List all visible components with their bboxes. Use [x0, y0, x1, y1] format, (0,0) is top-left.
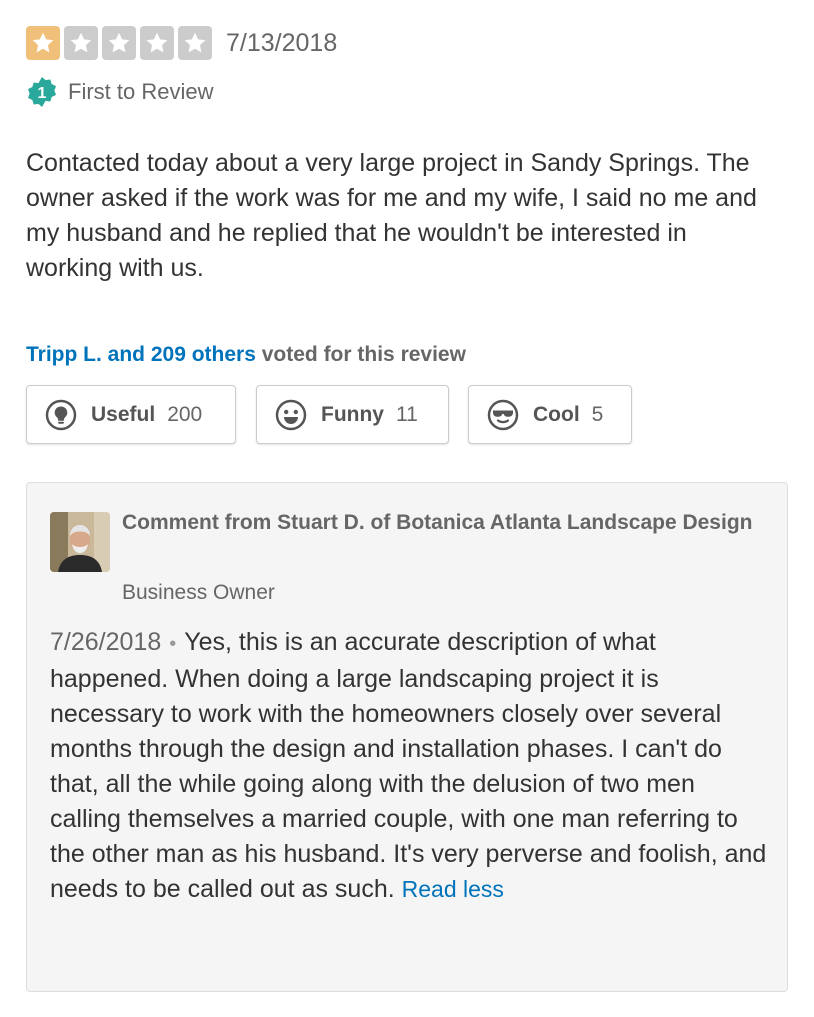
useful-label: Useful: [91, 402, 156, 426]
useful-count: 200: [167, 402, 203, 426]
star-empty-icon: [102, 26, 136, 60]
votes-summary: Tripp L. and 209 others voted for this r…: [26, 343, 466, 367]
cool-label: Cool: [533, 402, 580, 426]
dot-separator: •: [169, 633, 177, 655]
sunglasses-icon: [487, 399, 519, 430]
owner-comment: Comment from Stuart D. of Botanica Atlan…: [26, 482, 788, 992]
comment-date: 7/26/2018: [50, 628, 162, 656]
smile-icon: [275, 399, 307, 430]
cool-button[interactable]: Cool 5: [468, 385, 632, 444]
owner-avatar[interactable]: [50, 512, 110, 572]
review-date: 7/13/2018: [226, 28, 338, 57]
badge-label: First to Review: [68, 79, 214, 104]
comment-heading: Comment from Stuart D. of Botanica Atlan…: [122, 511, 753, 534]
comment-body: 7/26/2018 • Yes, this is an accurate descr…: [50, 625, 770, 907]
badge-icon: 1: [28, 77, 56, 107]
funny-button[interactable]: Funny 11: [256, 385, 449, 444]
comment-text: Yes, this is an accurate description of …: [50, 628, 767, 903]
read-less-link[interactable]: Read less: [402, 876, 504, 902]
funny-count: 11: [396, 402, 418, 426]
star-filled-icon: [26, 26, 60, 60]
review-text: Contacted today about a very large proje…: [26, 149, 757, 282]
first-to-review-badge: 1 First to Review: [26, 76, 213, 108]
star-empty-icon: [140, 26, 174, 60]
useful-button[interactable]: Useful 200: [26, 385, 236, 444]
badge-number: 1: [38, 85, 47, 102]
business-owner-label: Business Owner: [122, 581, 275, 604]
votes-suffix: voted for this review: [255, 343, 466, 366]
cool-count: 5: [591, 402, 604, 426]
voters-link[interactable]: Tripp L. and 209 others: [26, 343, 256, 366]
lightbulb-icon: [45, 399, 77, 430]
star-empty-icon: [64, 26, 98, 60]
star-rating: 7/13/2018: [26, 26, 337, 60]
star-empty-icon: [178, 26, 212, 60]
funny-label: Funny: [321, 402, 384, 426]
